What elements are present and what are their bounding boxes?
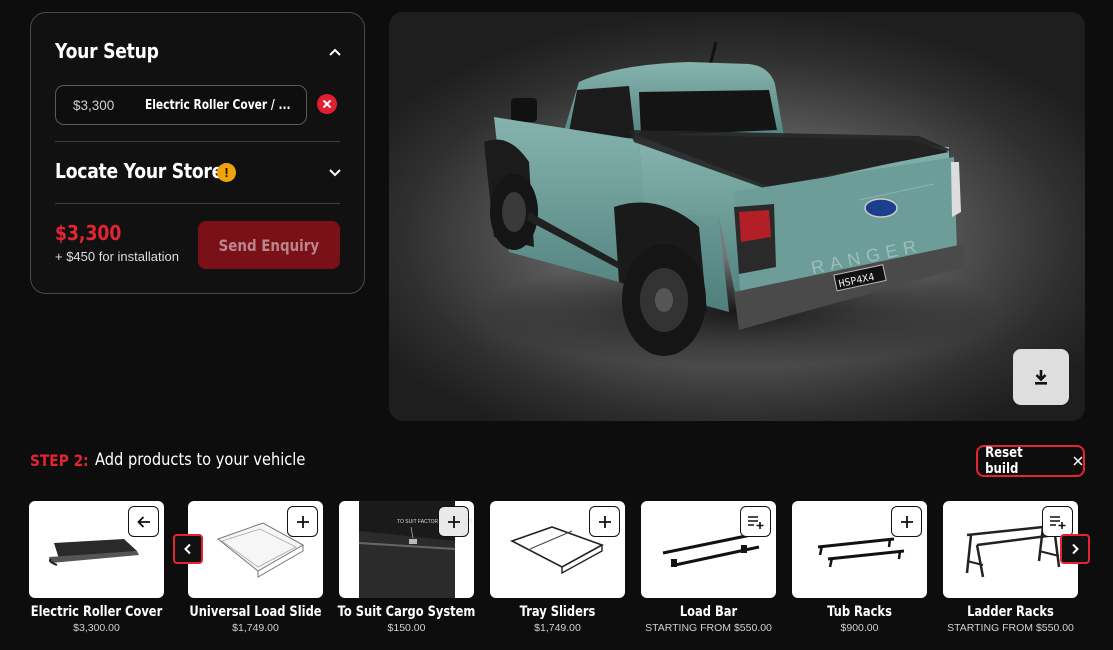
product-name: Ladder Racks <box>967 604 1054 620</box>
selected-item-pill: $3,300 Electric Roller Cover / ... <box>55 85 307 125</box>
close-icon <box>322 99 332 109</box>
product-name: To Suit Cargo System <box>337 604 476 620</box>
product-price: $3,300.00 <box>73 622 120 634</box>
vehicle-viewer[interactable]: RANGER HSP4X4 <box>389 12 1085 421</box>
chevron-down-icon[interactable] <box>328 165 342 179</box>
truck-render: RANGER HSP4X4 <box>479 41 999 367</box>
selected-item-name: Electric Roller Cover / ... <box>145 97 291 113</box>
download-icon <box>1035 370 1047 385</box>
product-card[interactable]: Universal Load Slide $1,749.00 <box>188 501 323 634</box>
product-price: $150.00 <box>387 622 426 634</box>
divider <box>55 203 340 204</box>
divider <box>55 141 340 142</box>
plus-icon[interactable] <box>287 506 318 537</box>
product-card[interactable]: Load Bar STARTING FROM $550.00 <box>641 501 776 634</box>
carousel-prev-button[interactable] <box>173 534 203 564</box>
locate-store-title[interactable]: Locate Your Store <box>55 159 223 183</box>
product-name: Universal Load Slide <box>189 604 322 620</box>
selected-item-price: $3,300 <box>73 97 115 113</box>
setup-panel: Your Setup $3,300 Electric Roller Cover … <box>30 12 365 294</box>
step-label: STEP 2: <box>30 451 89 470</box>
chevron-right-icon <box>1072 543 1079 555</box>
warning-icon: ! <box>217 163 236 182</box>
product-name: Electric Roller Cover <box>30 604 163 620</box>
product-image <box>943 501 1078 598</box>
product-name: Load Bar <box>679 604 738 620</box>
step-heading: Add products to your vehicle <box>95 450 306 470</box>
product-name: Tray Sliders <box>519 604 596 620</box>
download-button[interactable] <box>1013 349 1069 405</box>
list-add-icon[interactable] <box>740 506 771 537</box>
product-card[interactable]: Tray Sliders $1,749.00 <box>490 501 625 634</box>
arrow-left-icon[interactable] <box>128 506 159 537</box>
product-image: TO SUIT FACTORY CARGO RAIL <box>339 501 474 598</box>
product-card[interactable]: Ladder Racks STARTING FROM $550.00 <box>943 501 1078 634</box>
product-price: $900.00 <box>840 622 879 634</box>
remove-item-button[interactable] <box>317 94 337 114</box>
product-image <box>188 501 323 598</box>
plus-icon[interactable] <box>891 506 922 537</box>
product-price: STARTING FROM $550.00 <box>645 622 772 634</box>
chevron-left-icon <box>184 543 191 555</box>
plus-icon[interactable] <box>438 506 469 537</box>
plus-icon[interactable] <box>589 506 620 537</box>
product-price: $1,749.00 <box>534 622 581 634</box>
list-add-icon[interactable] <box>1042 506 1073 537</box>
product-card[interactable]: Tub Racks $900.00 <box>792 501 927 634</box>
carousel-next-button[interactable] <box>1060 534 1090 564</box>
installation-note: + $450 for installation <box>55 249 179 264</box>
send-enquiry-button[interactable]: Send Enquiry <box>198 221 340 269</box>
product-image <box>641 501 776 598</box>
reset-build-button[interactable]: Reset build <box>976 445 1085 477</box>
send-enquiry-label: Send Enquiry <box>218 235 320 255</box>
product-card[interactable]: Electric Roller Cover $3,300.00 <box>29 501 164 634</box>
setup-title: Your Setup <box>55 39 159 63</box>
product-price: STARTING FROM $550.00 <box>947 622 1074 634</box>
reset-build-label: Reset build <box>985 445 1023 477</box>
product-image <box>792 501 927 598</box>
product-price: $1,749.00 <box>232 622 279 634</box>
total-price: $3,300 <box>55 221 122 245</box>
close-icon <box>1073 456 1083 466</box>
chevron-up-icon[interactable] <box>328 45 342 59</box>
product-image <box>29 501 164 598</box>
product-card[interactable]: TO SUIT FACTORY CARGO RAIL To Suit Cargo… <box>338 501 475 634</box>
product-name: Tub Racks <box>827 604 892 620</box>
product-image <box>490 501 625 598</box>
